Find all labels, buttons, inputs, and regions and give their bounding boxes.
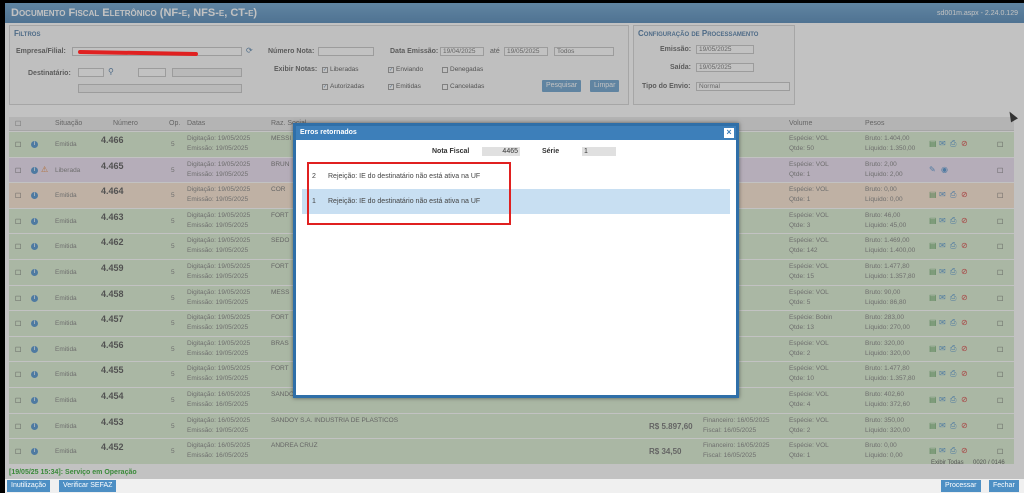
close-icon[interactable]: ×: [724, 128, 734, 138]
fechar-button[interactable]: Fechar: [989, 480, 1019, 492]
nota-fiscal-label: Nota Fiscal: [432, 148, 470, 155]
app-window: Documento Fiscal Eletrônico (NF-e, NFS-e…: [5, 3, 1024, 493]
highlight-box: [307, 162, 511, 225]
serie-label: Série: [542, 148, 560, 155]
errors-dialog: Erros retornados × Nota Fiscal 4465 Séri…: [293, 123, 739, 398]
bottom-toolbar: Inutilização Verificar SEFAZ Processar F…: [5, 479, 1024, 493]
serie-value: 1: [582, 147, 616, 156]
inutilizacao-button[interactable]: Inutilização: [7, 480, 51, 492]
exibir-todas-check[interactable]: Exibir Todas: [931, 460, 964, 466]
status-message: [19/05/25 15:34]: Serviço em Operação: [9, 469, 137, 476]
nota-fiscal-value: 4465: [482, 147, 520, 156]
verificar-sefaz-button[interactable]: Verificar SEFAZ: [59, 480, 117, 492]
dialog-header: Erros retornados ×: [296, 126, 736, 140]
processar-button[interactable]: Processar: [941, 480, 981, 492]
dialog-title: Erros retornados: [300, 129, 357, 136]
record-count: 0020 / 0146: [973, 460, 1005, 466]
